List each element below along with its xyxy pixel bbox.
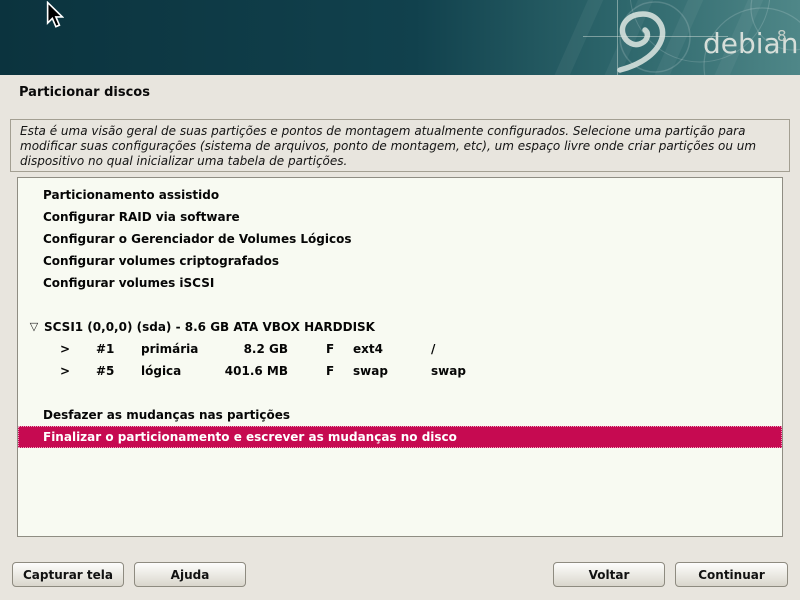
mouse-cursor-icon: [46, 1, 64, 29]
partition-filesystem: ext4: [353, 338, 417, 360]
intro-text: Esta é uma visão geral de suas partições…: [20, 124, 756, 168]
partition-row-5[interactable]: > #5 lógica 401.6 MB F swap swap: [18, 360, 782, 382]
partition-filesystem: swap: [353, 360, 417, 382]
debian-version: 8: [777, 27, 787, 45]
partition-size: 401.6 MB: [198, 360, 288, 382]
disk-row[interactable]: ▽ SCSI1 (0,0,0) (sda) - 8.6 GB ATA VBOX …: [18, 316, 782, 338]
continue-button[interactable]: Continuar: [675, 562, 788, 587]
partition-row-1[interactable]: > #1 primária 8.2 GB F ext4 /: [18, 338, 782, 360]
screenshot-button[interactable]: Capturar tela: [12, 562, 124, 587]
disk-label: SCSI1 (0,0,0) (sda) - 8.6 GB ATA VBOX HA…: [44, 316, 375, 338]
list-item-configure-crypto[interactable]: Configurar volumes criptografados: [18, 250, 782, 272]
partition-format-flag: F: [326, 338, 340, 360]
partition-mountpoint: swap: [431, 360, 511, 382]
partition-list[interactable]: Particionamento assistido Configurar RAI…: [17, 177, 783, 537]
intro-description: Esta é uma visão geral de suas partições…: [10, 119, 790, 172]
list-item-configure-lvm[interactable]: Configurar o Gerenciador de Volumes Lógi…: [18, 228, 782, 250]
debian-banner: debian 8: [0, 0, 800, 75]
expander-open-icon[interactable]: ▽: [26, 316, 42, 338]
partition-format-flag: F: [326, 360, 340, 382]
banner-graphic: debian 8: [0, 0, 800, 75]
chevron-icon: >: [60, 360, 72, 382]
spacer-row: [18, 382, 782, 404]
list-item-configure-raid[interactable]: Configurar RAID via software: [18, 206, 782, 228]
partition-number: #5: [96, 360, 126, 382]
back-button[interactable]: Voltar: [553, 562, 665, 587]
partition-mountpoint: /: [431, 338, 511, 360]
page-title: Particionar discos: [19, 85, 150, 100]
list-item-finish-partitioning[interactable]: Finalizar o particionamento e escrever a…: [18, 426, 782, 448]
chevron-icon: >: [60, 338, 72, 360]
list-item-undo-changes[interactable]: Desfazer as mudanças nas partições: [18, 404, 782, 426]
list-item-configure-iscsi[interactable]: Configurar volumes iSCSI: [18, 272, 782, 294]
help-button[interactable]: Ajuda: [134, 562, 246, 587]
spacer-row: [18, 294, 782, 316]
partition-size: 8.2 GB: [198, 338, 288, 360]
partition-number: #1: [96, 338, 126, 360]
list-item-guided-partitioning[interactable]: Particionamento assistido: [18, 184, 782, 206]
